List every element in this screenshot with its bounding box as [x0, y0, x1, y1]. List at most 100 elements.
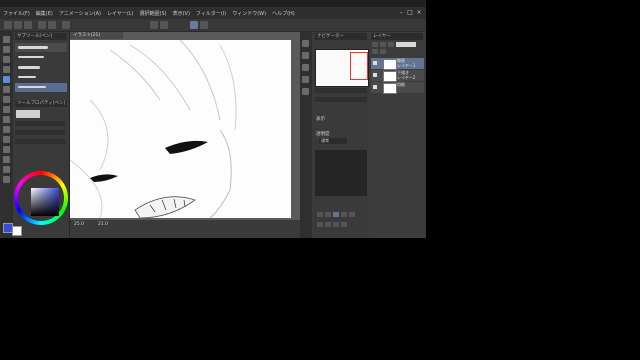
- sub-color-swatch[interactable]: [12, 226, 22, 236]
- property-label-2: 透明度: [316, 132, 330, 137]
- material-cell[interactable]: [333, 212, 339, 217]
- material-cell[interactable]: [349, 212, 355, 217]
- menu-layer[interactable]: レイヤー(L): [104, 10, 137, 17]
- navigator-rotate-slider[interactable]: [315, 97, 367, 102]
- zoom-in-icon[interactable]: [302, 52, 309, 59]
- navigator-zoom-slider[interactable]: [315, 88, 367, 93]
- fill-icon[interactable]: [3, 126, 10, 133]
- view-frame[interactable]: [350, 52, 368, 80]
- brush-icon[interactable]: [3, 96, 10, 103]
- brush-item-3[interactable]: [15, 73, 67, 82]
- move-icon[interactable]: [3, 46, 10, 53]
- layer-row[interactable]: 下描き レイヤー2: [371, 70, 424, 82]
- undo-icon[interactable]: [38, 21, 46, 29]
- panel-toggle-icon[interactable]: [302, 40, 309, 47]
- material-cell[interactable]: [333, 222, 339, 227]
- color-wheel[interactable]: [14, 171, 68, 225]
- open-file-icon[interactable]: [14, 21, 22, 29]
- material-panel: [315, 150, 367, 196]
- menu-bar: ファイル(F) 編集(E) アニメーション(A) レイヤー(L) 選択範囲(S)…: [0, 7, 426, 19]
- menu-view[interactable]: 表示(V): [170, 10, 193, 17]
- brush-item-4[interactable]: [15, 83, 67, 92]
- menu-file[interactable]: ファイル(F): [0, 10, 33, 17]
- material-cell[interactable]: [317, 212, 323, 217]
- zoom-readout: 25.0: [74, 222, 85, 227]
- brush-item-2[interactable]: [15, 63, 67, 72]
- lock-icon[interactable]: [372, 49, 378, 54]
- opacity-slider[interactable]: [15, 130, 65, 135]
- line-art: [70, 40, 237, 218]
- eraser-icon[interactable]: [3, 116, 10, 123]
- layer-subname: レイヤー1: [397, 63, 416, 68]
- layer-row[interactable]: 用紙: [371, 82, 424, 94]
- gradient-icon[interactable]: [3, 136, 10, 143]
- layer-opacity-bar[interactable]: [396, 42, 416, 47]
- new-folder-icon[interactable]: [380, 42, 386, 47]
- angle-readout: 21.0: [98, 222, 109, 227]
- text-icon[interactable]: [3, 156, 10, 163]
- redo-icon[interactable]: [48, 21, 56, 29]
- drawing-canvas[interactable]: [70, 40, 291, 218]
- clip-icon[interactable]: [380, 49, 386, 54]
- layer-row[interactable]: 線画 レイヤー1: [371, 58, 424, 70]
- balloon-icon[interactable]: [3, 166, 10, 173]
- property-label-1: 表示: [316, 117, 325, 122]
- navigator-tab[interactable]: ナビゲーター: [315, 33, 367, 40]
- blend-mode-dropdown[interactable]: 通常: [319, 138, 347, 144]
- material-cell[interactable]: [317, 222, 323, 227]
- delete-layer-icon[interactable]: [388, 42, 394, 47]
- transform-icon[interactable]: [150, 21, 158, 29]
- snap-icon[interactable]: [190, 21, 198, 29]
- menu-animation[interactable]: アニメーション(A): [56, 10, 104, 17]
- brush-item-1[interactable]: [15, 53, 67, 62]
- save-icon[interactable]: [24, 21, 32, 29]
- clear-icon[interactable]: [62, 21, 70, 29]
- vertical-command-strip: [300, 32, 312, 238]
- menu-selection[interactable]: 選択範囲(S): [137, 10, 170, 17]
- stabilization-slider[interactable]: [15, 139, 65, 144]
- saturation-value-square[interactable]: [31, 188, 59, 216]
- brush-size-slider[interactable]: [15, 121, 65, 126]
- zoom-icon[interactable]: [3, 36, 10, 43]
- menu-help[interactable]: ヘルプ(H): [269, 10, 298, 17]
- menu-filter[interactable]: フィルター(I): [193, 10, 229, 17]
- layer-name: 用紙: [397, 82, 405, 87]
- layer-thumbnail: [383, 59, 397, 70]
- minimize-button[interactable]: –: [397, 9, 405, 16]
- eye-icon[interactable]: [373, 61, 377, 65]
- status-bar: 25.0 21.0: [70, 220, 300, 230]
- menu-window[interactable]: ウィンドウ(W): [229, 10, 269, 17]
- layer-tab[interactable]: レイヤー: [371, 33, 423, 40]
- select-icon[interactable]: [3, 56, 10, 63]
- document-tab[interactable]: イラスト(21): [70, 32, 123, 39]
- rotate-icon[interactable]: [302, 76, 309, 83]
- app-window: ファイル(F) 編集(E) アニメーション(A) レイヤー(L) 選択範囲(S)…: [0, 0, 426, 238]
- material-cell[interactable]: [341, 222, 347, 227]
- tool-property-tab[interactable]: ツールプロパティ[ペン]: [15, 100, 67, 107]
- eye-icon[interactable]: [373, 85, 377, 89]
- pencil-icon[interactable]: [3, 86, 10, 93]
- zoom-out-icon[interactable]: [302, 64, 309, 71]
- new-layer-icon[interactable]: [372, 42, 378, 47]
- navigator-preview[interactable]: [315, 49, 369, 87]
- pen-tool-icon[interactable]: [3, 76, 10, 83]
- ruler-icon[interactable]: [200, 21, 208, 29]
- layer-thumbnail: [383, 83, 397, 94]
- material-cell[interactable]: [341, 212, 347, 217]
- title-bar: [0, 0, 426, 7]
- airbrush-icon[interactable]: [3, 106, 10, 113]
- close-button[interactable]: ×: [415, 9, 423, 16]
- ruler-tool-icon[interactable]: [3, 176, 10, 183]
- material-cell[interactable]: [325, 212, 331, 217]
- figure-icon[interactable]: [3, 146, 10, 153]
- eyedropper-icon[interactable]: [3, 66, 10, 73]
- deselect-icon[interactable]: [160, 21, 168, 29]
- flip-icon[interactable]: [302, 88, 309, 95]
- maximize-button[interactable]: □: [406, 9, 414, 16]
- new-file-icon[interactable]: [4, 21, 12, 29]
- subtool-tab[interactable]: サブツール[ペン]: [15, 33, 67, 40]
- brush-item-0[interactable]: [15, 43, 67, 52]
- menu-edit[interactable]: 編集(E): [33, 10, 56, 17]
- eye-icon[interactable]: [373, 73, 377, 77]
- material-cell[interactable]: [325, 222, 331, 227]
